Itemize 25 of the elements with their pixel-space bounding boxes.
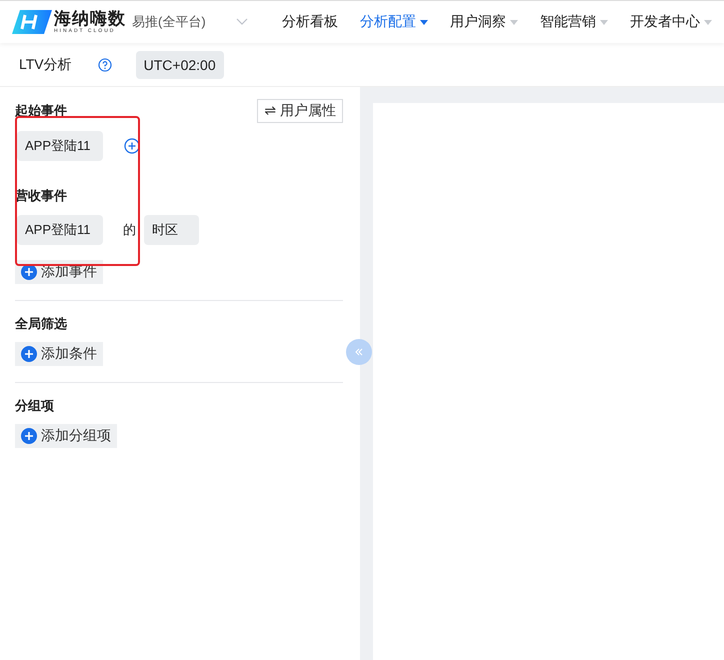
connector-text: 的 — [123, 221, 136, 239]
add-icon[interactable] — [124, 138, 140, 154]
event-selector[interactable]: APP登陆11 — [17, 131, 103, 161]
help-icon[interactable] — [98, 58, 112, 72]
add-group-button[interactable]: 添加分组项 — [15, 424, 117, 448]
event-selector[interactable]: APP登陆11 — [17, 215, 103, 245]
page-title: LTV分析 — [19, 56, 72, 74]
plus-icon — [21, 428, 37, 444]
property-selector[interactable]: 时区 — [144, 215, 199, 245]
nav-tab[interactable]: 智能营销 — [540, 13, 608, 31]
nav-tab[interactable]: 用户洞察 — [450, 13, 518, 31]
logo-icon — [12, 8, 52, 36]
section-title: 分组项 — [15, 397, 54, 415]
plus-icon — [21, 346, 37, 362]
nav-tab[interactable]: 分析配置 — [360, 13, 428, 31]
project-selector[interactable]: 易推(全平台) — [132, 13, 206, 31]
timezone-button[interactable]: UTC+02:00 — [136, 50, 224, 78]
section-title: 全局筛选 — [15, 315, 67, 333]
user-attribute-button[interactable]: ⇌ 用户属性 — [257, 99, 343, 123]
plus-icon — [21, 264, 37, 280]
nav-tab[interactable]: 分析看板 — [282, 13, 338, 31]
logo-name: 海纳嗨数 — [54, 10, 126, 28]
add-condition-button[interactable]: 添加条件 — [15, 342, 103, 366]
nav-tab[interactable]: 开发者中心 — [630, 13, 712, 31]
double-chevron-left-icon — [353, 346, 365, 358]
